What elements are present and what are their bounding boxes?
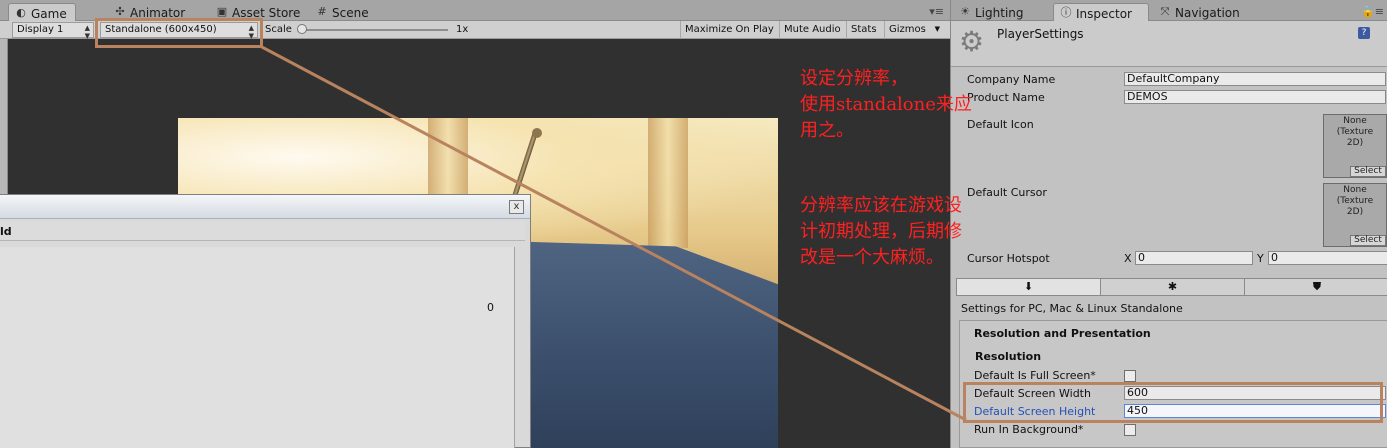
scene-icon: # [317,5,327,18]
download-icon: ⬇ [1023,280,1034,293]
tab-pc-mac-linux[interactable]: ⬇ [957,279,1101,295]
gizmos-dropdown[interactable]: Gizmos ▼ [884,21,942,39]
inspector-icon: ⓘ [1060,6,1072,19]
inspector-title: PlayerSettings [997,27,1084,41]
lock-icon[interactable]: 🔒≡ [1361,5,1384,18]
inspector-tabbar: ☀ Lighting ⓘ Inspector ⤧ Navigation 🔒≡ [951,0,1387,21]
run-in-background-label: Run In Background* [974,423,1084,436]
full-screen-label: Default Is Full Screen* [974,369,1096,382]
game-icon: ◐ [16,6,26,19]
dialog-heading: ld [0,221,525,241]
scene-lever-knob [532,128,542,138]
tab-android[interactable]: ✱ [1101,279,1245,295]
scale-value: 1x [456,24,469,35]
navigation-icon: ⤧ [1160,5,1170,18]
scale-slider-thumb[interactable] [297,24,307,34]
settings-for-label: Settings for PC, Mac & Linux Standalone [961,302,1183,315]
hotspot-y-field[interactable]: 0 [1268,251,1387,265]
subsection-title: Resolution [975,350,1042,363]
annotation-note-1: 设定分辨率， 使用standalone来应 用之。 [800,68,972,141]
product-name-label: Product Name [967,91,1045,104]
inspector-header: ⚙ PlayerSettings ? [951,21,1387,67]
hotspot-x-label: X [1124,252,1132,265]
dialog-value: 0 [487,301,494,314]
run-in-background-checkbox[interactable] [1124,424,1136,436]
animator-icon: ✣ [115,5,125,18]
default-icon-slot[interactable]: None (Texture 2D) Select [1323,114,1387,178]
dialog-body: 0 [0,247,515,448]
scale-label: Scale [265,24,292,35]
select-button[interactable]: Select [1350,235,1386,246]
screen-size-highlight [963,382,1383,423]
tab-lighting[interactable]: ☀ Lighting [953,3,1032,21]
product-name-field[interactable]: DEMOS [1124,90,1386,104]
dialog-titlebar[interactable]: x [0,195,530,219]
tab-game[interactable]: ◐ Game [8,3,76,21]
android-icon: ✱ [1167,280,1178,293]
hotspot-y-label: Y [1257,252,1264,265]
maximize-on-play-button[interactable]: Maximize On Play [680,21,778,39]
resolution-highlight [95,18,263,48]
close-icon[interactable]: x [509,200,524,214]
inspector-panel: ☀ Lighting ⓘ Inspector ⤧ Navigation 🔒≡ ⚙… [950,0,1387,448]
scale-slider-track[interactable] [300,29,448,31]
html5-icon: ⛊ [1312,280,1322,293]
platform-tabs: ⬇ ✱ ⛊ [956,278,1387,296]
stats-button[interactable]: Stats [846,21,881,39]
section-title[interactable]: Resolution and Presentation [974,327,1151,340]
scene-column [648,118,688,248]
display-dropdown[interactable]: Display 1 ▲ ▼ [12,22,94,40]
tab-scene[interactable]: # Scene [310,3,377,21]
asset-store-icon: ▣ [216,5,228,18]
lighting-icon: ☀ [960,5,970,18]
tab-navigation[interactable]: ⤧ Navigation [1153,3,1248,21]
overlay-dialog: x ld 0 [0,194,531,448]
company-name-label: Company Name [967,73,1056,86]
select-button[interactable]: Select [1350,166,1386,177]
gear-icon: ⚙ [959,25,985,58]
company-name-field[interactable]: DefaultCompany [1124,72,1386,86]
default-cursor-slot[interactable]: None (Texture 2D) Select [1323,183,1387,247]
tab-inspector[interactable]: ⓘ Inspector [1053,3,1149,21]
full-screen-checkbox[interactable] [1124,370,1136,382]
mute-audio-button[interactable]: Mute Audio [779,21,845,39]
dropdown-arrow-icon: ▲ ▼ [84,24,90,40]
default-cursor-label: Default Cursor [967,186,1047,199]
default-icon-label: Default Icon [967,118,1034,131]
help-icon[interactable]: ? [1358,27,1370,39]
chevron-down-icon: ▼ [934,25,940,33]
annotation-note-2: 分辨率应该在游戏设 计初期处理，后期修 改是一个大麻烦。 [800,195,962,268]
hotspot-x-field[interactable]: 0 [1135,251,1253,265]
cursor-hotspot-label: Cursor Hotspot [967,252,1050,265]
panel-menu-icon[interactable]: ▾≡ [929,5,944,18]
tab-webgl[interactable]: ⛊ [1245,279,1387,295]
